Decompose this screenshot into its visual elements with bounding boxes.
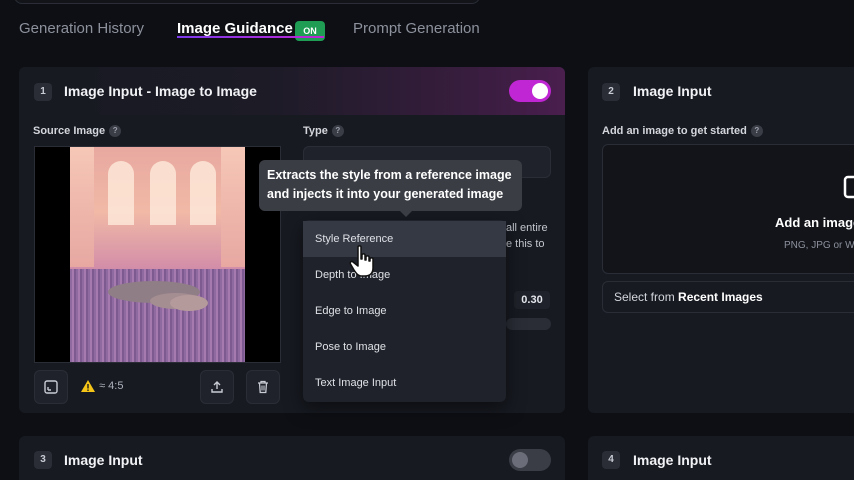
card-title: Image Input [64,452,143,468]
option-depth-to-image[interactable]: Depth to Image [303,257,506,293]
option-tooltip: Extracts the style from a reference imag… [259,160,522,211]
crop-icon [44,380,58,394]
trash-icon [258,380,268,394]
option-style-reference[interactable]: Style Reference [303,221,506,257]
card-number: 2 [602,83,620,101]
source-image-label: Source Image? [33,125,122,138]
card-number: 1 [34,83,52,101]
tab-prompt-generation[interactable]: Prompt Generation [353,20,480,37]
tooltip-line: and injects it into your generated image [267,187,504,201]
help-icon[interactable]: ? [750,125,763,138]
image-input-card-4: 4 Image Input [588,436,854,480]
crop-button[interactable] [34,370,68,404]
card-title: Image Input [633,83,712,99]
source-image-label-text: Source Image [33,125,106,137]
type-description-line: all entire [506,222,548,234]
help-icon[interactable]: ? [109,125,122,138]
upload-icon [211,381,223,393]
warning-icon [81,380,95,392]
toggle-knob [512,452,528,468]
image-upload-icon [843,175,854,199]
drop-zone-formats: PNG, JPG or W [784,240,854,251]
option-text-image-input[interactable]: Text Image Input [303,365,506,401]
type-label: Type? [303,125,344,138]
active-tab-indicator [177,36,324,38]
tooltip-arrow [399,210,413,217]
hand-pointer-icon [349,245,374,277]
add-image-label: Add an image to get started? [602,125,763,138]
upload-button[interactable] [200,370,234,404]
option-edge-to-image[interactable]: Edge to Image [303,293,506,329]
aspect-ratio-warning: ≈ 4:5 [80,379,123,395]
type-description-line: e this to [506,238,545,250]
card-header: 2 Image Input [588,67,854,115]
card-header: 1 Image Input - Image to Image [19,67,565,115]
recent-prefix: Select from [614,290,679,304]
option-pose-to-image[interactable]: Pose to Image [303,329,506,365]
strength-slider[interactable] [506,318,551,330]
toggle-knob [532,83,548,99]
delete-button[interactable] [246,370,280,404]
enable-toggle[interactable] [509,449,551,471]
source-image-preview[interactable] [34,146,281,363]
status-badge: ON [295,21,325,41]
source-image [70,147,245,362]
type-description: all entire e this to [506,220,548,252]
aspect-ratio-text: ≈ 4:5 [99,379,124,392]
card-number: 4 [602,451,620,469]
image-drop-zone[interactable] [602,144,854,274]
enable-toggle[interactable] [509,80,551,102]
type-label-text: Type [303,125,328,137]
select-recent-images-button[interactable]: Select from Recent Images [602,281,854,313]
recent-images-label: Recent Images [678,290,763,304]
card-number: 3 [34,451,52,469]
type-dropdown-menu: Style Reference Depth to Image Edge to I… [303,220,506,402]
help-icon[interactable]: ? [331,125,344,138]
tooltip-line: Extracts the style from a reference imag… [267,168,512,182]
add-image-label-text: Add an image to get started [602,125,747,137]
drop-zone-title: Add an image [775,215,854,230]
card-title: Image Input - Image to Image [64,83,257,99]
top-search-bar[interactable] [14,0,480,4]
card-title: Image Input [633,452,712,468]
tab-image-guidance[interactable]: Image Guidance [177,20,293,37]
tab-generation-history[interactable]: Generation History [19,20,144,37]
strength-value[interactable]: 0.30 [514,291,550,309]
image-input-card-3: 3 Image Input [19,436,565,480]
